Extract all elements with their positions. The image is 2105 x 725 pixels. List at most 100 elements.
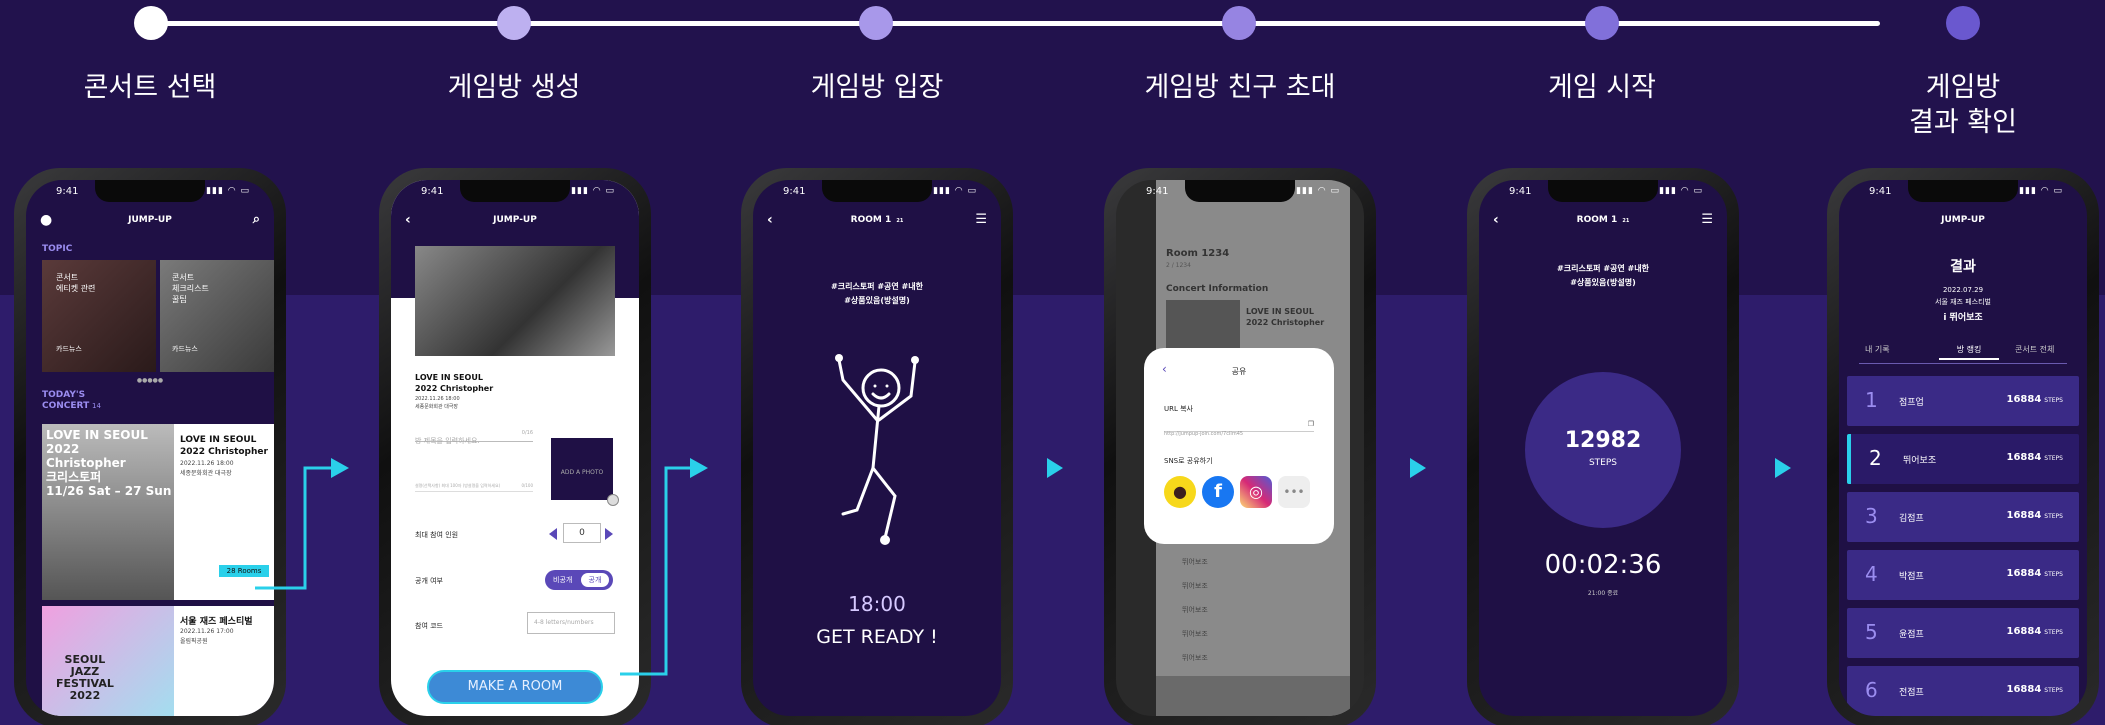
sns-label: SNS로 공유하기 xyxy=(1164,457,1213,465)
decrease-arrow-icon[interactable] xyxy=(549,528,557,540)
popup-title: 공유 xyxy=(1231,367,1247,376)
screen-invite: 9:41 ▮▮▮ ◠ ▭ Room 1234 2 / 1234 Concert I… xyxy=(1116,180,1364,716)
signal-wifi-battery-icon: ▮▮▮ ◠ ▭ xyxy=(2019,186,2063,196)
max-members-stepper[interactable]: 0 xyxy=(563,523,601,543)
result-title: 결과 xyxy=(1950,259,1976,275)
topic-card-2[interactable]: 콘서트 체크리스트 꿀팁 카드뉴스 xyxy=(160,260,274,372)
step-label-4: 게임방 친구 초대 xyxy=(1144,72,1336,103)
stage: 콘서트 선택 게임방 생성 게임방 입장 게임방 친구 초대 게임 시작 게임방… xyxy=(0,0,2105,725)
phone-concert-select: 9:41 ▮▮▮ ◠ ▭ ● JUMP-UP ⌕ TOPIC 콘서트 에티켓 관련… xyxy=(14,168,286,725)
visibility-toggle[interactable]: 비공개 공개 xyxy=(545,570,613,590)
concert-1-date: 2022.11.26 18:00 xyxy=(180,460,234,467)
photo-badge-icon xyxy=(607,494,619,506)
result-date: 2022.07.29 xyxy=(1942,286,1984,294)
back-icon[interactable]: ‹ xyxy=(405,208,411,232)
concert-info-label: Concert Information xyxy=(1166,284,1269,294)
profile-icon[interactable]: ● xyxy=(40,208,52,232)
kakao-icon[interactable]: ● xyxy=(1164,476,1196,508)
rank-steps: 16884 STEPS xyxy=(2007,568,2064,579)
status-time: 9:41 xyxy=(421,186,444,197)
private-option[interactable]: 비공개 xyxy=(553,575,572,585)
member-item: 뛰어보조 xyxy=(1182,630,1208,638)
signal-wifi-battery-icon: ▮▮▮ ◠ ▭ xyxy=(1296,186,1340,196)
rank-steps-value: 16884 xyxy=(2006,568,2042,579)
concert-name: LOVE IN SEOUL 2022 Christopher xyxy=(1246,307,1325,327)
rank-name: 박점프 xyxy=(1899,572,1924,582)
tab-my-record[interactable]: 내 기록 xyxy=(1865,344,1890,355)
rank-row[interactable]: 6 전점프 16884 STEPS xyxy=(1847,666,2079,716)
tab-room-rank[interactable]: 방 랭킹 xyxy=(1939,344,1999,360)
rank-steps-unit: STEPS xyxy=(2044,687,2063,694)
topic-card-1[interactable]: 콘서트 에티켓 관련 카드뉴스 xyxy=(42,260,156,372)
concert-name: LOVE IN SEOUL 2022 Christopher xyxy=(415,373,494,393)
rank-steps-unit: STEPS xyxy=(2044,455,2063,462)
menu-icon[interactable]: ☰ xyxy=(1701,208,1713,232)
room-title-placeholder: 방 제목을 입력하세요. xyxy=(415,437,480,445)
timeline-dot-2 xyxy=(497,6,531,40)
rank-row-highlight[interactable]: 2 뛰어보조 16884 STEPS xyxy=(1847,434,2079,484)
concert-2-date: 2022.11.26 17:00 xyxy=(180,628,234,635)
back-icon[interactable]: ‹ xyxy=(767,208,773,232)
rank-steps: 16884 STEPS xyxy=(2007,626,2064,637)
today-concert-label: TODAY'S CONCERT xyxy=(42,390,90,411)
timeline-dot-5 xyxy=(1585,6,1619,40)
room-title: ROOM 1 xyxy=(850,215,892,225)
room-tags: #크리스토퍼 #공연 #내한 #상품있음(방설명) xyxy=(1557,264,1649,287)
more-icon[interactable]: ••• xyxy=(1278,476,1310,508)
room-title-input[interactable]: 방 제목을 입력하세요. 0/16 xyxy=(415,428,533,445)
member-item: 뛰어보조 xyxy=(1182,558,1208,566)
rank-number: 6 xyxy=(1865,678,1878,702)
description-input[interactable]: 설명(선택사항) 최대 100자 (방설명을 입력하세요) 0/100 xyxy=(415,482,533,492)
url-label: URL 복사 xyxy=(1164,405,1193,413)
rank-steps-value: 16884 xyxy=(2006,452,2042,463)
rank-row[interactable]: 1 점프업 16884 STEPS xyxy=(1847,376,2079,426)
app-title: JUMP-UP xyxy=(493,215,537,225)
tab-concert-all[interactable]: 콘서트 전체 xyxy=(2015,344,2054,355)
rank-row[interactable]: 5 윤점프 16884 STEPS xyxy=(1847,608,2079,658)
concert-card-2[interactable]: SEOUL JAZZ FESTIVAL 2022 서울 재즈 페스티벌 2022… xyxy=(42,606,274,716)
rank-name: 전점프 xyxy=(1899,688,1924,698)
concert-2-name: 서울 재즈 페스티벌 xyxy=(180,617,253,627)
rank-row[interactable]: 3 김점프 16884 STEPS xyxy=(1847,492,2079,542)
concert-card-1[interactable]: LOVE IN SEOUL 2022 Christopher 크리스토퍼 11/… xyxy=(42,424,274,600)
copy-icon[interactable]: ❐ xyxy=(1308,420,1314,428)
make-room-button[interactable]: MAKE A ROOM xyxy=(427,670,603,704)
step-count: 12982 xyxy=(1564,428,1642,453)
url-field[interactable]: http://jumpup-join.com/7cIlm45 ❐ xyxy=(1164,420,1314,437)
menu-icon[interactable]: ☰ xyxy=(975,208,987,232)
room-sub: 2 / 1234 xyxy=(1166,262,1191,269)
public-option[interactable]: 공개 xyxy=(581,573,609,587)
phone-result: 9:41 ▮▮▮ ◠ ▭ JUMP-UP 결과 2022.07.29 서울 재즈 … xyxy=(1827,168,2099,725)
concert-poster-2: SEOUL JAZZ FESTIVAL 2022 xyxy=(42,606,174,716)
concert-poster-2-text: SEOUL JAZZ FESTIVAL 2022 xyxy=(56,653,114,702)
rank-steps-value: 16884 xyxy=(2006,626,2042,637)
timeline-dot-1 xyxy=(134,6,168,40)
status-time: 9:41 xyxy=(783,186,806,197)
topic-label: TOPIC xyxy=(42,244,73,254)
step-arrow-4 xyxy=(1410,458,1426,478)
rank-steps-value: 16884 xyxy=(2006,684,2042,695)
get-ready-text: GET READY ! xyxy=(816,626,938,648)
rank-number: 1 xyxy=(1865,388,1878,412)
code-input[interactable]: 4-8 letters/numbers xyxy=(527,612,615,634)
status-bar: 9:41 ▮▮▮ ◠ ▭ xyxy=(26,186,274,202)
search-icon[interactable]: ⌕ xyxy=(253,208,260,232)
back-icon[interactable]: ‹ xyxy=(1493,208,1499,232)
instagram-icon[interactable]: ◎ xyxy=(1240,476,1272,508)
add-photo-button[interactable]: ADD A PHOTO xyxy=(551,438,613,500)
facebook-icon[interactable]: f xyxy=(1202,476,1234,508)
rank-row[interactable]: 4 박점프 16884 STEPS xyxy=(1847,550,2079,600)
status-bar: 9:41 ▮▮▮ ◠ ▭ xyxy=(1479,186,1727,202)
add-photo-label: ADD A PHOTO xyxy=(560,469,604,476)
game-timer: 00:02:36 xyxy=(1544,550,1662,580)
room-title: ROOM 1 xyxy=(1576,215,1618,225)
rank-steps-unit: STEPS xyxy=(2044,571,2063,578)
concert-photo xyxy=(415,246,615,356)
increase-arrow-icon[interactable] xyxy=(605,528,613,540)
timeline-dot-4 xyxy=(1222,6,1256,40)
code-label: 참여 코드 xyxy=(415,622,443,630)
step-label-5: 게임 시작 xyxy=(1548,72,1656,103)
step-label-1: 콘서트 선택 xyxy=(83,72,217,103)
today-concert-count: 14 xyxy=(92,402,101,410)
screen-game-start: 9:41 ▮▮▮ ◠ ▭ ‹ ROOM 1 21 ☰ #크리스토퍼 #공연 #내한… xyxy=(1479,180,1727,716)
